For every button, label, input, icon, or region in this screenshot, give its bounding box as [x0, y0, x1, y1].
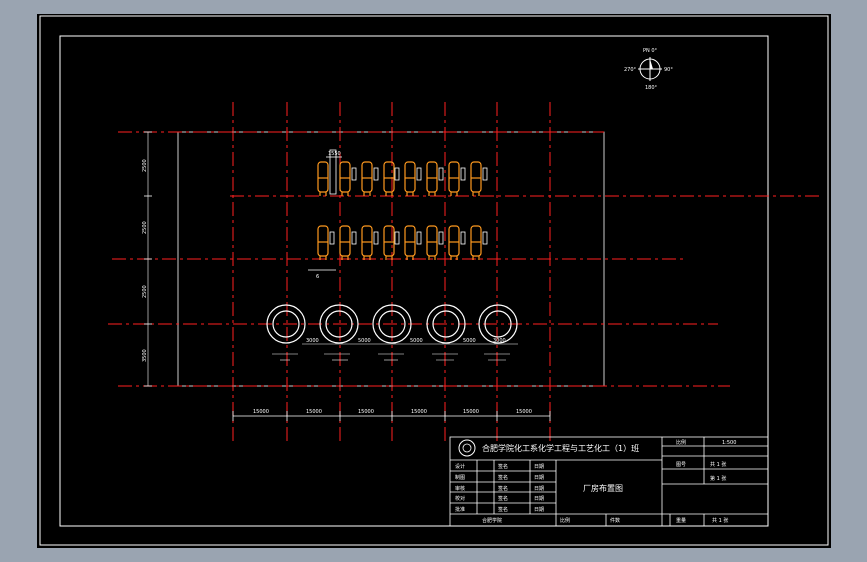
tank-gap-5: 3000 — [493, 338, 506, 344]
compass-west: 270° — [624, 67, 637, 73]
title-right-row-1: 图号 — [676, 462, 686, 468]
title-right-row-3: 第 1 张 — [710, 475, 726, 482]
hdim-6: 15000 — [516, 409, 532, 415]
title-label-check: 校对 — [455, 495, 465, 502]
title-label-approve: 批准 — [455, 506, 465, 513]
title-bottom-4: 共 1 张 — [712, 517, 728, 524]
title-right-row-2: 共 1 张 — [710, 461, 726, 468]
title-date-4: 日期 — [534, 496, 544, 502]
title-name-3: 签名 — [498, 485, 508, 492]
compass-south: 180° — [645, 85, 658, 91]
drawing-title: 厂房布置图 — [583, 483, 623, 493]
title-date-1: 日期 — [534, 464, 544, 470]
drawing-canvas: PN 0° 90° 180° 270° 2500 2500 2500 3500 — [37, 14, 831, 548]
compass-east: 90° — [664, 67, 673, 73]
title-name-4: 签名 — [498, 495, 508, 502]
vdim-2: 2500 — [142, 221, 148, 234]
title-scale-label: 比例 — [676, 439, 686, 446]
hdim-3: 15000 — [358, 409, 374, 415]
tank-gap-4: 5000 — [463, 338, 476, 344]
tank-gap-1: 3000 — [306, 338, 319, 344]
title-date-5: 日期 — [534, 507, 544, 513]
hdim-2: 15000 — [306, 409, 322, 415]
title-label-design: 设计 — [455, 463, 465, 470]
title-date-2: 日期 — [534, 475, 544, 481]
school-name: 合肥学院化工系化学工程与工艺化工（1）班 — [482, 443, 639, 453]
row-label: 6 — [316, 274, 319, 280]
hdim-5: 15000 — [463, 409, 479, 415]
title-name-1: 签名 — [498, 463, 508, 470]
title-label-draw: 制图 — [455, 474, 465, 481]
title-bottom-1: 比例 — [560, 517, 570, 524]
equipment-dimension-1550: 1550 — [326, 151, 342, 158]
vdim-3: 2500 — [142, 285, 148, 298]
title-bottom-3: 重量 — [676, 517, 686, 524]
title-scale-value: 1:500 — [722, 440, 736, 446]
title-bottom-2: 件数 — [610, 517, 620, 524]
vdim-4: 3500 — [142, 349, 148, 362]
title-label-review: 审核 — [455, 485, 465, 492]
hdim-4: 15000 — [411, 409, 427, 415]
title-bottom-left: 合肥学院 — [482, 517, 502, 524]
title-name-2: 签名 — [498, 474, 508, 481]
tank-gap-3: 5000 — [410, 338, 423, 344]
tank-gap-2: 5000 — [358, 338, 371, 344]
compass-north: PN 0° — [643, 48, 658, 54]
vdim-1: 2500 — [142, 159, 148, 172]
title-name-5: 签名 — [498, 506, 508, 513]
hdim-1: 15000 — [253, 409, 269, 415]
title-date-3: 日期 — [534, 486, 544, 492]
